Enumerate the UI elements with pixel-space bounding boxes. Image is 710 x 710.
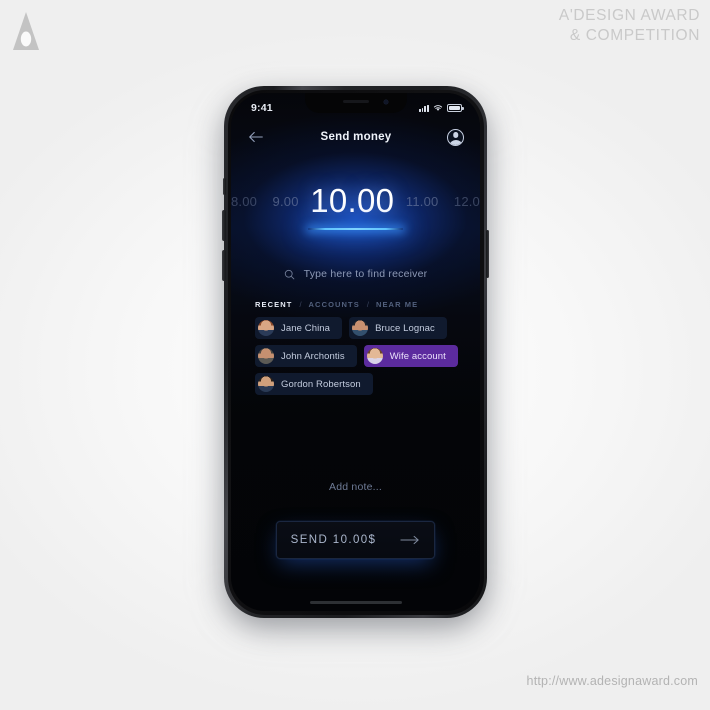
amount-picker[interactable]: 8.00 9.00 10.00 11.00 12.0	[231, 179, 480, 259]
amount-underline-wrap	[231, 221, 480, 237]
contact-avatar-icon	[366, 348, 383, 364]
send-button-label: SEND 10.00$	[290, 534, 377, 546]
contact-avatar-icon	[258, 348, 274, 364]
contact-chip-list: Jane China Bruce Lognac John Archontis W…	[255, 317, 460, 395]
page-title: Send money	[320, 131, 392, 143]
amount-option-prev[interactable]: 9.00	[273, 194, 299, 209]
contact-name: Wife account	[389, 350, 446, 362]
search-receiver-input[interactable]: Type here to find receiver	[231, 261, 480, 287]
power-button[interactable]	[485, 230, 489, 278]
contact-chip[interactable]: John Archontis	[255, 345, 357, 367]
profile-avatar-icon[interactable]	[447, 128, 464, 146]
contact-chip[interactable]: Jane China	[255, 317, 343, 339]
phone-mockup: 9:41 Send money 8.00 9.00 10.00 11.00 12…	[220, 82, 492, 624]
volume-down-button[interactable]	[222, 250, 226, 281]
amount-picker-row: 8.00 9.00 10.00 11.00 12.0	[231, 179, 480, 223]
contact-name: Bruce Lognac	[375, 322, 435, 334]
amount-option-prev-far[interactable]: 8.00	[231, 194, 257, 209]
amount-slider-indicator[interactable]	[308, 227, 403, 231]
app-header: Send money	[231, 121, 480, 153]
amount-option-next[interactable]: 11.00	[406, 194, 439, 209]
wifi-icon	[433, 105, 443, 111]
contact-chip[interactable]: Gordon Robertson	[255, 373, 373, 395]
send-button[interactable]: SEND 10.00$	[276, 521, 435, 559]
search-placeholder: Type here to find receiver	[303, 268, 428, 280]
award-url: http://www.adesignaward.com	[526, 674, 698, 688]
volume-up-button[interactable]	[222, 210, 226, 241]
contact-chip-selected[interactable]: Wife account	[363, 345, 458, 367]
signal-bars-icon	[418, 104, 429, 112]
battery-full-icon	[447, 104, 464, 112]
phone-screen: 9:41 Send money 8.00 9.00 10.00 11.00 12…	[231, 93, 480, 611]
status-icon-group	[418, 104, 464, 112]
contact-avatar-icon	[258, 320, 274, 336]
mute-switch-button[interactable]	[222, 178, 226, 195]
contact-name: Jane China	[281, 322, 331, 334]
back-arrow-icon[interactable]	[247, 130, 265, 144]
phone-body: 9:41 Send money 8.00 9.00 10.00 11.00 12…	[222, 86, 489, 618]
tab-recent[interactable]: RECENT	[255, 300, 292, 309]
amount-selected-value[interactable]: 10.00	[310, 182, 394, 220]
contact-chip[interactable]: Bruce Lognac	[349, 317, 447, 339]
status-time: 9:41	[251, 102, 273, 114]
arrow-right-icon	[400, 535, 420, 545]
tab-accounts[interactable]: ACCOUNTS	[309, 300, 360, 309]
send-button-wrap: SEND 10.00$	[231, 521, 480, 559]
contact-name: John Archontis	[281, 350, 345, 362]
home-indicator[interactable]	[309, 600, 402, 604]
tab-separator-2: /	[366, 300, 369, 309]
amount-option-next-far[interactable]: 12.0	[454, 194, 480, 209]
contact-avatar-icon	[352, 320, 369, 336]
screenshot-canvas: A'DESIGN AWARD & COMPETITION http://www.…	[0, 0, 710, 710]
phone-bezel: 9:41 Send money 8.00 9.00 10.00 11.00 12…	[227, 89, 484, 615]
tab-near-me[interactable]: NEAR ME	[376, 300, 418, 309]
add-note-field[interactable]: Add note...	[231, 481, 480, 493]
contact-avatar-icon	[258, 376, 274, 392]
award-title-line1: A'DESIGN AWARD	[558, 7, 700, 24]
award-watermark-title: A'DESIGN AWARD & COMPETITION	[559, 6, 700, 46]
award-title-line2: & COMPETITION	[569, 26, 700, 44]
adesign-triangle-logo-icon	[13, 12, 39, 50]
contact-name: Gordon Robertson	[281, 378, 361, 390]
search-icon	[284, 269, 294, 279]
status-bar: 9:41	[231, 93, 480, 119]
receiver-tabs: RECENT / ACCOUNTS / NEAR ME	[255, 300, 418, 309]
tab-separator-1: /	[299, 300, 302, 309]
